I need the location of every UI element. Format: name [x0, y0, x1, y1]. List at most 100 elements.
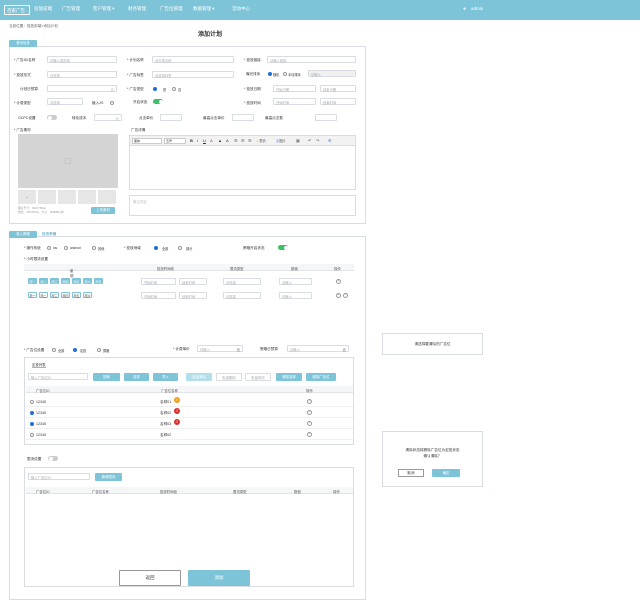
add-flow-button[interactable]: 新增限流	[95, 473, 122, 481]
remove-icon[interactable]: −	[307, 421, 312, 426]
time-start-input[interactable]: 开始时间	[141, 278, 176, 285]
link-input[interactable]: 请输入链接	[267, 56, 356, 63]
expose-input[interactable]: 请输入	[308, 70, 356, 77]
open-state-toggle[interactable]	[153, 99, 163, 104]
time-start-input[interactable]: 开始时间	[273, 98, 316, 105]
adpos-all-radio[interactable]	[52, 348, 56, 352]
confirm-button[interactable]: 确定	[432, 469, 460, 477]
date-start-input[interactable]: 开始日期	[273, 85, 316, 92]
fee-price-input[interactable]: 请输入 元	[197, 345, 243, 352]
os-ios-radio[interactable]	[47, 246, 51, 250]
user-name[interactable]: admin	[471, 6, 483, 11]
max-click-count-input[interactable]	[315, 114, 337, 121]
add-icon[interactable]: +	[336, 279, 341, 284]
strategy-budget-input[interactable]: 请输入 元	[287, 345, 349, 352]
max-click-price-input[interactable]	[232, 114, 254, 121]
flow-type-select[interactable]: 请选择	[223, 278, 261, 285]
nav-item-ads[interactable]: 广告管理	[62, 6, 80, 12]
day-chip[interactable]: 周四	[61, 278, 70, 284]
tab-basic-info[interactable]: 基本信息	[9, 40, 37, 47]
nav-item-data[interactable]: 数据管理 ▾	[193, 6, 215, 12]
import-button[interactable]: 导入	[153, 373, 178, 381]
emoji-button[interactable]: ☺表情	[256, 138, 266, 143]
text-bg-icon[interactable]: A	[226, 138, 229, 143]
flow-settings-toggle[interactable]	[48, 456, 58, 461]
image-button[interactable]: ▣图片	[276, 138, 286, 143]
row-checkbox[interactable]	[30, 411, 34, 415]
remove-icon[interactable]: −	[307, 410, 312, 415]
select-button[interactable]: 选择	[124, 373, 149, 381]
nav-item-activity[interactable]: 活动中心	[232, 6, 250, 12]
value-input[interactable]: 请输入	[279, 278, 312, 285]
font-size-select[interactable]: 五号	[164, 138, 186, 144]
os-other-radio[interactable]	[92, 246, 96, 250]
upload-button[interactable]: 上传素材	[91, 207, 115, 214]
font-family-select[interactable]: 黑体	[132, 138, 162, 144]
time-end-input[interactable]: 结束时间	[179, 292, 207, 299]
upload-thumb[interactable]	[98, 190, 116, 204]
nav-item-home[interactable]: 投放前端	[34, 6, 52, 12]
delete-selected-button[interactable]: 删除选择	[276, 373, 302, 381]
back-button[interactable]: 返回	[119, 570, 181, 586]
os-android-radio[interactable]	[64, 246, 68, 250]
tab-target-list[interactable]: 定投列表	[32, 362, 46, 368]
add-icon[interactable]: +	[336, 293, 341, 298]
nav-item-adpos[interactable]: 广告位管理	[160, 6, 183, 12]
upload-thumb-add[interactable]: +	[18, 190, 36, 204]
cancel-button[interactable]: 取消	[398, 469, 424, 477]
submit-button[interactable]: 添加	[188, 570, 250, 586]
click-price-input[interactable]	[160, 114, 182, 121]
day-chip[interactable]: 周二	[39, 278, 48, 284]
help-icon[interactable]: ⚙	[328, 138, 332, 143]
upload-thumb[interactable]	[58, 190, 76, 204]
batch-edit-button[interactable]: 批量修改	[245, 373, 271, 381]
row-checkbox[interactable]	[30, 433, 34, 437]
remark-textarea[interactable]: 备注内容	[129, 195, 356, 216]
day-chip[interactable]: 周一	[28, 292, 37, 298]
time-end-input[interactable]: 结束时间	[320, 98, 356, 105]
day-chip[interactable]: 周三	[50, 292, 59, 298]
nav-item-customers[interactable]: 客户管理 ▾	[93, 6, 115, 12]
underline-icon[interactable]: U	[203, 138, 206, 143]
form-select[interactable]: 请选择	[47, 71, 117, 78]
flow-search-input[interactable]: 输入广告位ID	[28, 473, 90, 480]
remove-icon[interactable]: −	[343, 293, 348, 298]
expose-manual-radio[interactable]	[283, 72, 287, 76]
tab-delivery-strategy[interactable]: 投放策略	[42, 232, 56, 237]
conv-cost-input[interactable]: 元	[94, 114, 122, 121]
chevron-down-icon[interactable]: ⌄	[70, 268, 73, 272]
day-chip[interactable]: 周六	[83, 278, 92, 284]
day-chip[interactable]: 周六	[83, 292, 92, 298]
day-chip[interactable]: 周日	[94, 278, 103, 284]
batch-add-button[interactable]: 批量添加	[186, 373, 212, 381]
redo-icon[interactable]: ↷	[316, 138, 319, 143]
ocpc-toggle[interactable]	[47, 115, 57, 120]
day-chip[interactable]: 周四	[61, 292, 70, 298]
strategy-state-toggle[interactable]	[278, 245, 288, 250]
time-end-input[interactable]: 结束时间	[179, 278, 207, 285]
expose-random-radio[interactable]	[268, 72, 272, 76]
value-input[interactable]: 请输入	[279, 292, 312, 299]
date-end-input[interactable]: 结束日期	[320, 85, 356, 92]
font-color-icon[interactable]: A	[210, 138, 213, 143]
tab-invest-strategy[interactable]: 投入策略	[9, 231, 37, 238]
day-chip[interactable]: 周五	[72, 292, 81, 298]
budget-input[interactable]: 元	[47, 85, 117, 92]
adpos-target-radio[interactable]	[73, 348, 77, 352]
region-all-radio[interactable]	[154, 246, 158, 250]
type-yes-radio[interactable]	[153, 87, 157, 91]
align-right-icon[interactable]: ☰	[248, 138, 252, 143]
align-center-icon[interactable]: ☰	[241, 138, 245, 143]
tag-select[interactable]: 请选择标签	[152, 71, 234, 78]
align-left-icon[interactable]: ☰	[234, 138, 238, 143]
highlight-icon[interactable]: ▲	[218, 138, 222, 143]
js-radio[interactable]	[110, 101, 114, 105]
table-icon[interactable]: ▦	[296, 138, 300, 143]
remove-icon[interactable]: −	[307, 399, 312, 404]
adpos-search-input[interactable]: 输入广告位ID	[28, 373, 88, 380]
user-icon[interactable]: ●	[463, 6, 466, 12]
nav-item-finance[interactable]: 财务管理	[128, 6, 146, 12]
region-part-radio[interactable]	[178, 246, 182, 250]
adpos-block-radio[interactable]	[97, 348, 101, 352]
batch-delete-button[interactable]: 批量删除	[216, 373, 242, 381]
